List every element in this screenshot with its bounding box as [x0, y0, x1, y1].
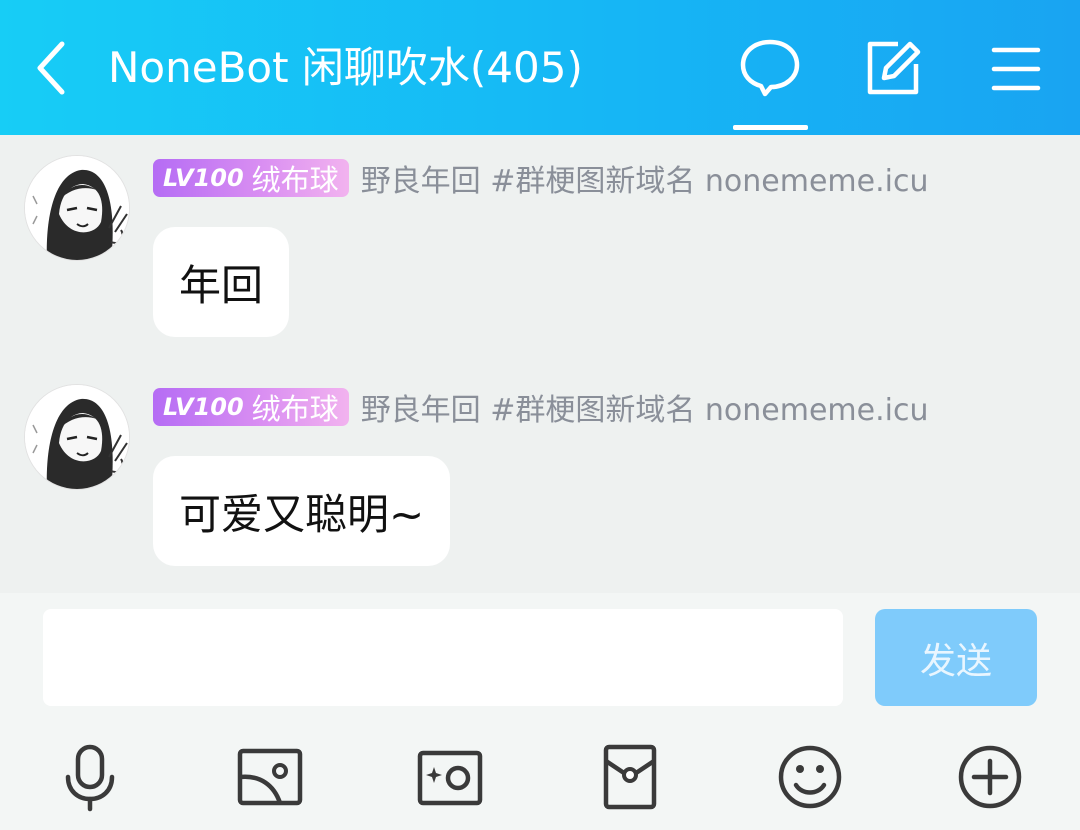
- page-title: NoneBot 闲聊吹水(405): [108, 43, 583, 92]
- sender-info: LV100 绒布球 野良年回 #群梗图新域名 nonememe.icu: [153, 156, 929, 200]
- sender-info: LV100 绒布球 野良年回 #群梗图新域名 nonememe.icu: [153, 385, 929, 429]
- sender-nickname[interactable]: 野良年回 #群梗图新域名 nonememe.icu: [361, 156, 929, 200]
- member-badge: LV100 绒布球: [153, 159, 349, 197]
- level-label: LV100: [163, 164, 244, 192]
- compose-area: 发送: [0, 593, 1080, 830]
- red-packet-icon[interactable]: [594, 741, 666, 813]
- avatar-image: [25, 385, 129, 489]
- emoji-icon[interactable]: [774, 741, 846, 813]
- back-icon[interactable]: [30, 38, 74, 98]
- sender-nickname[interactable]: 野良年回 #群梗图新域名 nonememe.icu: [361, 385, 929, 429]
- message-input[interactable]: [43, 609, 843, 706]
- active-tab-indicator: [733, 125, 808, 130]
- camera-icon[interactable]: [414, 741, 486, 813]
- edit-icon[interactable]: [860, 36, 924, 100]
- level-label: LV100: [163, 393, 244, 421]
- microphone-icon[interactable]: [54, 741, 126, 813]
- chat-bubble-icon[interactable]: [738, 36, 802, 100]
- avatar[interactable]: [24, 155, 130, 261]
- avatar[interactable]: [24, 384, 130, 490]
- image-icon[interactable]: [234, 741, 306, 813]
- top-bar: NoneBot 闲聊吹水(405): [0, 0, 1080, 135]
- message-item: LV100 绒布球 野良年回 #群梗图新域名 nonememe.icu 年回: [0, 135, 1080, 337]
- menu-icon[interactable]: [984, 36, 1048, 100]
- plus-icon[interactable]: [954, 741, 1026, 813]
- send-button[interactable]: 发送: [875, 609, 1037, 706]
- message-list[interactable]: LV100 绒布球 野良年回 #群梗图新域名 nonememe.icu 年回 L…: [0, 135, 1080, 593]
- avatar-image: [25, 156, 129, 260]
- member-badge: LV100 绒布球: [153, 388, 349, 426]
- title-badge-label: 绒布球: [251, 163, 339, 197]
- message-item: LV100 绒布球 野良年回 #群梗图新域名 nonememe.icu 可爱又聪…: [0, 364, 1080, 566]
- message-bubble[interactable]: 年回: [153, 227, 290, 337]
- message-bubble[interactable]: 可爱又聪明~: [153, 456, 451, 566]
- title-badge-label: 绒布球: [251, 392, 339, 426]
